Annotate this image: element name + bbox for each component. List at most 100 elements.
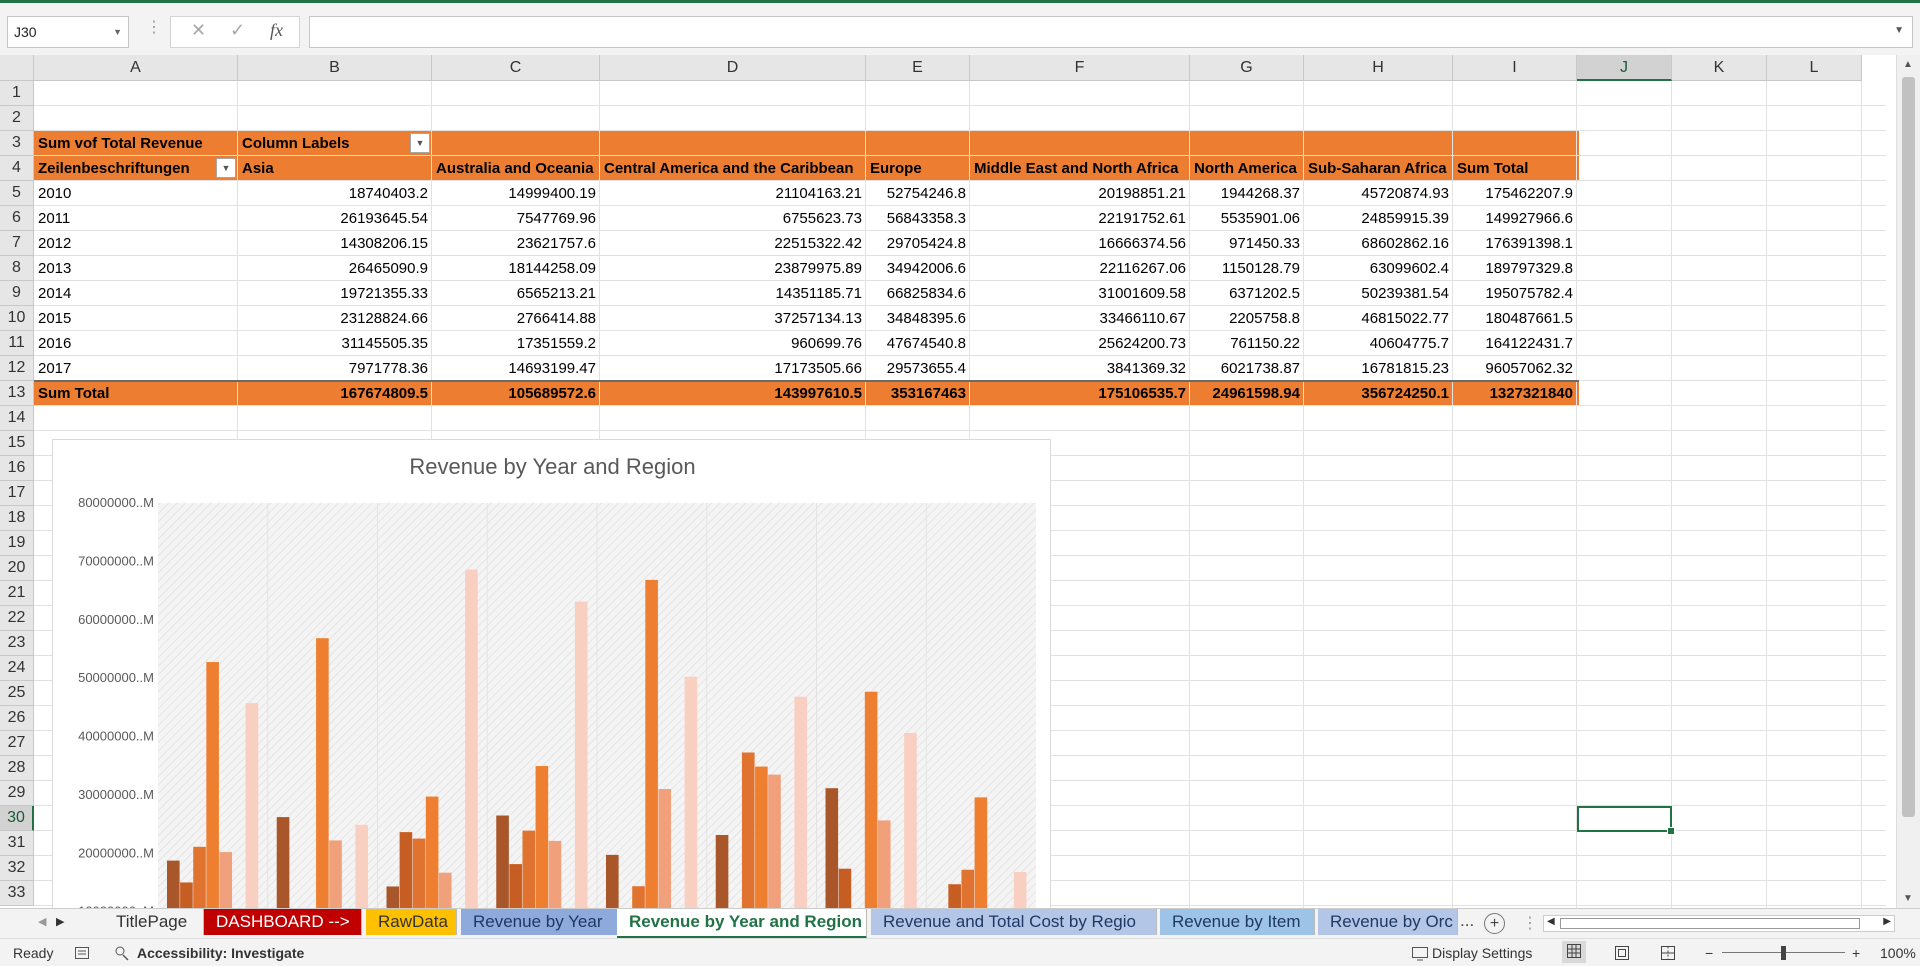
split-handle-icon[interactable]: ⋮ — [1522, 913, 1538, 933]
pivot-value-cell[interactable]: 19721355.33 — [238, 281, 432, 306]
pivot-value-cell[interactable]: 17351559.2 — [432, 331, 600, 356]
pivot-value-label[interactable]: Sum vof Total Revenue — [34, 131, 238, 156]
pivot-value-cell[interactable]: 23128824.66 — [238, 306, 432, 331]
pivot-row-year[interactable]: 2012 — [34, 231, 238, 256]
column-header-l[interactable]: L — [1767, 55, 1862, 81]
horizontal-scrollbar[interactable]: ◀ ▶ — [1543, 915, 1895, 932]
pivot-value-cell[interactable]: 7971778.36 — [238, 356, 432, 381]
scroll-down-icon[interactable]: ▼ — [1903, 893, 1913, 904]
accessibility-status[interactable]: Accessibility: Investigate — [137, 945, 304, 961]
row-header-9[interactable]: 9 — [0, 281, 34, 306]
pivot-value-cell[interactable]: 29705424.8 — [866, 231, 970, 256]
page-layout-icon[interactable] — [1614, 945, 1630, 964]
pivot-region-header[interactable]: Sum Total — [1453, 156, 1532, 181]
row-header-30[interactable]: 30 — [0, 806, 34, 831]
pivot-value-cell[interactable]: 189797329.8 — [1453, 256, 1577, 281]
filter-dropdown-icon[interactable]: ▼ — [410, 133, 430, 153]
pivot-value-cell[interactable]: 14999400.19 — [432, 181, 600, 206]
pivot-value-cell[interactable]: 1944268.37 — [1190, 181, 1304, 206]
row-header-24[interactable]: 24 — [0, 656, 34, 681]
more-vertical-icon[interactable]: ⋮ — [146, 17, 162, 37]
row-header-11[interactable]: 11 — [0, 331, 34, 356]
name-box[interactable]: J30 ▼ — [7, 16, 129, 48]
vertical-scroll-thumb[interactable] — [1902, 77, 1915, 817]
row-header-1[interactable]: 1 — [0, 81, 34, 106]
row-header-25[interactable]: 25 — [0, 681, 34, 706]
pivot-value-cell[interactable]: 46815022.77 — [1304, 306, 1453, 331]
sheet-tab[interactable]: RawData — [366, 909, 457, 935]
pivot-value-cell[interactable]: 25624200.73 — [970, 331, 1190, 356]
pivot-value-cell[interactable]: 22191752.61 — [970, 206, 1190, 231]
column-header-c[interactable]: C — [432, 55, 600, 81]
chevron-down-icon[interactable]: ▼ — [113, 17, 122, 47]
vertical-scrollbar[interactable]: ▲ ▼ — [1896, 55, 1920, 908]
pivot-value-cell[interactable]: 1150128.79 — [1190, 256, 1304, 281]
sheet-tab[interactable]: TitlePage — [104, 909, 204, 935]
pivot-region-header[interactable]: Middle East and North Africa — [970, 156, 1182, 181]
sheet-tab[interactable]: Revenue by Item — [1160, 909, 1315, 935]
pivot-value-cell[interactable]: 176391398.1 — [1453, 231, 1577, 256]
select-all-corner[interactable] — [0, 55, 34, 81]
row-header-32[interactable]: 32 — [0, 856, 34, 881]
pivot-total-label[interactable]: Sum Total — [34, 381, 238, 406]
pivot-value-cell[interactable]: 45720874.93 — [1304, 181, 1453, 206]
pivot-value-cell[interactable]: 5535901.06 — [1190, 206, 1304, 231]
pivot-value-cell[interactable]: 180487661.5 — [1453, 306, 1577, 331]
zoom-slider-thumb[interactable] — [1781, 946, 1786, 960]
column-header-g[interactable]: G — [1190, 55, 1304, 81]
function-icon[interactable]: fx — [270, 20, 283, 41]
normal-view-icon[interactable] — [1562, 941, 1586, 963]
row-header-21[interactable]: 21 — [0, 581, 34, 606]
row-header-4[interactable]: 4 — [0, 156, 34, 181]
pivot-value-cell[interactable]: 63099602.4 — [1304, 256, 1453, 281]
pivot-total-cell[interactable]: 1327321840 — [1453, 381, 1577, 406]
pivot-value-cell[interactable]: 16781815.23 — [1304, 356, 1453, 381]
pivot-value-cell[interactable]: 22515322.42 — [600, 231, 866, 256]
row-header-12[interactable]: 12 — [0, 356, 34, 381]
pivot-value-cell[interactable]: 23621757.6 — [432, 231, 600, 256]
pivot-value-cell[interactable]: 37257134.13 — [600, 306, 866, 331]
scroll-right-icon[interactable]: ▶ — [1883, 916, 1891, 927]
pivot-value-cell[interactable]: 29573655.4 — [866, 356, 970, 381]
pivot-total-cell[interactable]: 167674809.5 — [238, 381, 432, 406]
column-header-h[interactable]: H — [1304, 55, 1453, 81]
pivot-total-cell[interactable]: 353167463 — [866, 381, 970, 406]
pivot-value-cell[interactable]: 31145505.35 — [238, 331, 432, 356]
pivot-value-cell[interactable]: 14308206.15 — [238, 231, 432, 256]
pivot-value-cell[interactable]: 18740403.2 — [238, 181, 432, 206]
pivot-value-cell[interactable]: 6565213.21 — [432, 281, 600, 306]
row-header-10[interactable]: 10 — [0, 306, 34, 331]
pivot-region-header[interactable]: Europe — [866, 156, 926, 181]
pivot-total-cell[interactable]: 143997610.5 — [600, 381, 866, 406]
macro-record-icon[interactable] — [74, 945, 90, 964]
pivot-value-cell[interactable]: 21104163.21 — [600, 181, 866, 206]
pivot-value-cell[interactable]: 17173505.66 — [600, 356, 866, 381]
row-header-33[interactable]: 33 — [0, 881, 34, 906]
pivot-value-cell[interactable]: 960699.76 — [600, 331, 866, 356]
pivot-value-cell[interactable]: 175462207.9 — [1453, 181, 1577, 206]
pivot-value-cell[interactable]: 24859915.39 — [1304, 206, 1453, 231]
pivot-value-cell[interactable]: 52754246.8 — [866, 181, 970, 206]
row-header-28[interactable]: 28 — [0, 756, 34, 781]
zoom-level[interactable]: 100% — [1880, 945, 1916, 961]
pivot-value-cell[interactable]: 26465090.9 — [238, 256, 432, 281]
pivot-value-cell[interactable]: 195075782.4 — [1453, 281, 1577, 306]
pivot-value-cell[interactable]: 18144258.09 — [432, 256, 600, 281]
pivot-value-cell[interactable]: 2766414.88 — [432, 306, 600, 331]
pivot-row-year[interactable]: 2010 — [34, 181, 238, 206]
tab-next-icon[interactable]: ▶ — [56, 915, 64, 928]
add-sheet-icon[interactable]: + — [1484, 913, 1505, 934]
pivot-total-cell[interactable]: 24961598.94 — [1190, 381, 1304, 406]
sheet-tab[interactable]: DASHBOARD --> — [204, 909, 362, 935]
row-header-6[interactable]: 6 — [0, 206, 34, 231]
formula-input[interactable]: ▼ — [309, 16, 1913, 48]
row-header-17[interactable]: 17 — [0, 481, 34, 506]
pivot-region-header[interactable]: Asia — [238, 156, 278, 181]
row-header-19[interactable]: 19 — [0, 531, 34, 556]
pivot-value-cell[interactable]: 14351185.71 — [600, 281, 866, 306]
sheet-tab[interactable]: Revenue and Total Cost by Regio — [871, 909, 1157, 935]
column-header-e[interactable]: E — [866, 55, 970, 81]
horizontal-scroll-thumb[interactable] — [1560, 918, 1860, 929]
row-header-15[interactable]: 15 — [0, 431, 34, 456]
filter-dropdown-icon[interactable]: ▼ — [216, 158, 236, 178]
